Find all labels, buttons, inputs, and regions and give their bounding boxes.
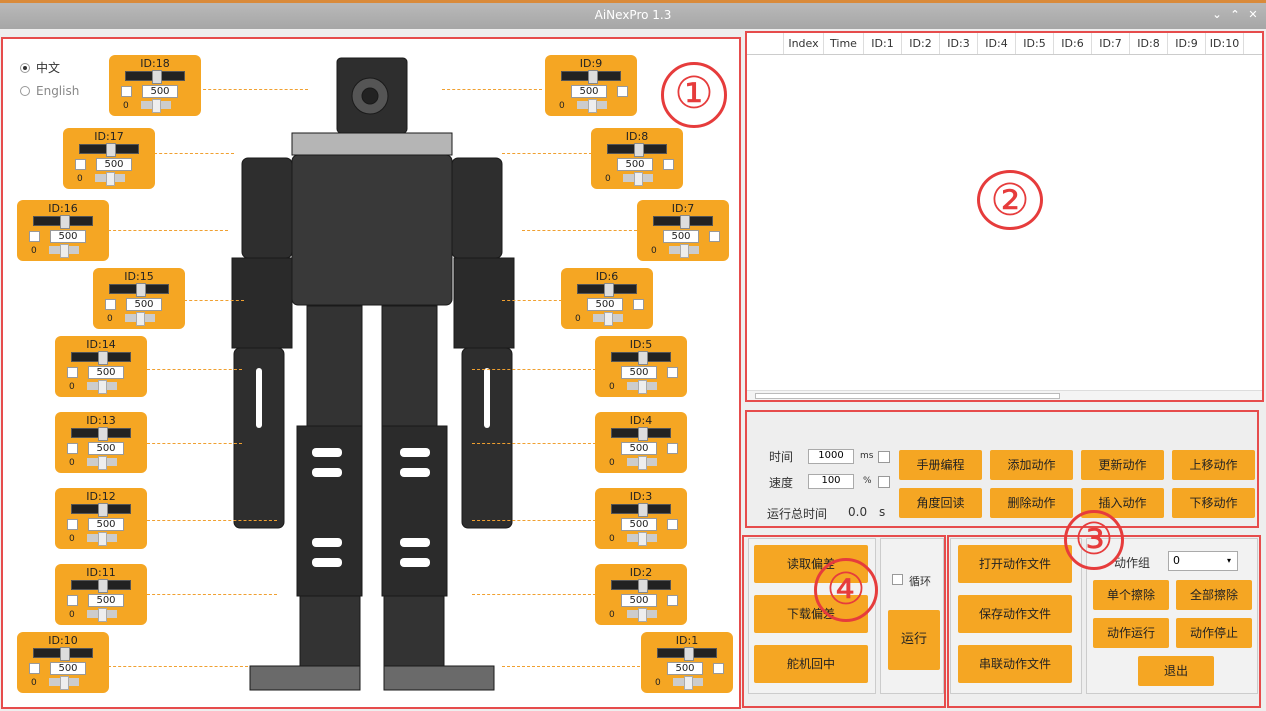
annotation-3: ③ (1064, 510, 1124, 570)
window-title: AiNexPro 1.3 (594, 8, 672, 22)
title-bar: AiNexPro 1.3 ⌄ ⌃ ✕ (0, 0, 1266, 29)
maximize-icon[interactable]: ⌃ (1228, 8, 1242, 21)
region-1-border (1, 37, 741, 709)
region-3-border-top (745, 410, 1259, 528)
close-icon[interactable]: ✕ (1246, 8, 1260, 21)
app-window: AiNexPro 1.3 ⌄ ⌃ ✕ 中文 English ID:18 500 … (0, 0, 1266, 711)
annotation-2: ② (977, 170, 1043, 230)
region-4-border (742, 535, 946, 708)
annotation-1: ① (661, 62, 727, 128)
minimize-icon[interactable]: ⌄ (1210, 8, 1224, 21)
